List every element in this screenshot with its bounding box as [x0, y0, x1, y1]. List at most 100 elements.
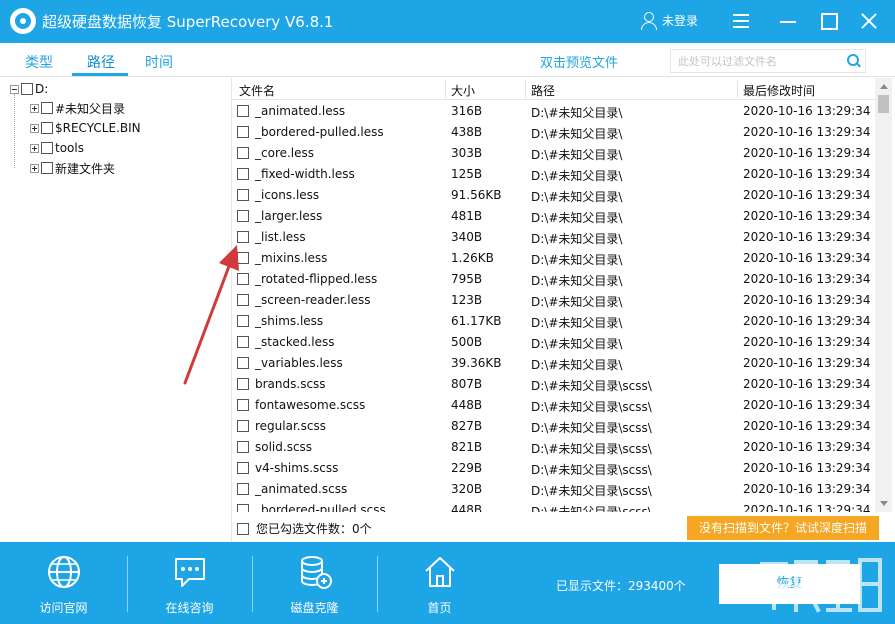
watermark-logo-icon: [760, 558, 882, 613]
tree-node-unknown-parent[interactable]: #未知父目录: [30, 99, 125, 117]
tree-checkbox[interactable]: [41, 162, 53, 174]
file-modified-cell: 2020-10-16 13:29:34: [743, 461, 871, 475]
close-button[interactable]: [856, 9, 882, 33]
row-checkbox[interactable]: [237, 126, 249, 138]
tree-checkbox[interactable]: [21, 83, 33, 95]
scroll-up-icon[interactable]: [875, 78, 892, 95]
tree-node-tools[interactable]: tools: [30, 139, 84, 157]
row-checkbox[interactable]: [237, 420, 249, 432]
deep-scan-button[interactable]: 没有扫描到文件？试试深度扫描: [687, 516, 879, 540]
column-header-path[interactable]: 路径: [531, 82, 555, 99]
expand-icon[interactable]: [30, 123, 39, 133]
tree-node-root[interactable]: D:: [10, 80, 48, 98]
row-checkbox[interactable]: [237, 105, 249, 117]
file-size-cell: 316B: [451, 104, 483, 118]
annotation-arrow-icon: [183, 245, 239, 385]
expand-icon[interactable]: [30, 143, 39, 153]
row-checkbox[interactable]: [237, 399, 249, 411]
nav-home[interactable]: 首页: [377, 542, 502, 624]
file-modified-cell: 2020-10-16 13:29:34: [743, 272, 871, 286]
file-modified-cell: 2020-10-16 13:29:34: [743, 251, 871, 265]
tree-checkbox[interactable]: [41, 142, 53, 154]
table-row[interactable]: v4-shims.scss 229B D:\#未知父目录\scss\ 2020-10-…: [232, 457, 875, 478]
table-row[interactable]: brands.scss 807B D:\#未知父目录\scss\ 2020-10-16…: [232, 373, 875, 394]
expand-icon[interactable]: [30, 163, 39, 173]
maximize-button[interactable]: [815, 9, 841, 33]
file-size-cell: 303B: [451, 146, 483, 160]
row-checkbox[interactable]: [237, 483, 249, 495]
file-name-cell: fontawesome.scss: [255, 398, 366, 412]
column-header-modified[interactable]: 最后修改时间: [743, 82, 815, 99]
tab-path[interactable]: 路径: [87, 52, 115, 72]
table-row[interactable]: _mixins.less 1.26KB D:\#未知父目录\ 2020-10-16 1…: [232, 247, 875, 268]
file-path-cell: D:\#未知父目录\scss\: [531, 505, 652, 512]
row-checkbox[interactable]: [237, 147, 249, 159]
file-name-cell: _fixed-width.less: [255, 167, 355, 181]
file-name-cell: regular.scss: [255, 419, 326, 433]
app-title: 超级硬盘数据恢复 SuperRecovery V6.8.1: [42, 13, 334, 31]
nav-online-consult[interactable]: 在线咨询: [127, 542, 252, 624]
row-checkbox[interactable]: [237, 441, 249, 453]
filter-box: [670, 49, 866, 73]
login-button[interactable]: 未登录: [640, 11, 698, 30]
tree-node-recycle-bin[interactable]: $RECYCLE.BIN: [30, 119, 141, 137]
table-row[interactable]: _animated.less 316B D:\#未知父目录\ 2020-10-16 1…: [232, 100, 875, 121]
file-name-cell: _larger.less: [255, 209, 323, 223]
table-row[interactable]: _icons.less 91.56KB D:\#未知父目录\ 2020-10-16 1…: [232, 184, 875, 205]
table-row[interactable]: _bordered-pulled.less 438B D:\#未知父目录\ 2020-…: [232, 121, 875, 142]
column-header-name[interactable]: 文件名: [239, 82, 275, 99]
row-checkbox[interactable]: [237, 231, 249, 243]
file-modified-cell: 2020-10-16 13:29:34: [743, 335, 871, 349]
table-row[interactable]: _list.less 340B D:\#未知父目录\ 2020-10-16 13:29…: [232, 226, 875, 247]
scroll-down-icon[interactable]: [875, 495, 892, 512]
collapse-icon[interactable]: [10, 84, 19, 94]
file-rows: _animated.less 316B D:\#未知父目录\ 2020-10-16 1…: [232, 100, 875, 512]
column-header-size[interactable]: 大小: [451, 82, 475, 99]
file-path-cell: D:\#未知父目录\scss\: [531, 463, 652, 477]
search-icon[interactable]: [847, 54, 861, 68]
select-all[interactable]: 您已勾选文件数：0个: [237, 520, 372, 537]
file-modified-cell: 2020-10-16 13:29:34: [743, 188, 871, 202]
file-path-cell: D:\#未知父目录\: [531, 337, 623, 351]
vertical-scrollbar[interactable]: [875, 78, 892, 512]
table-row[interactable]: _shims.less 61.17KB D:\#未知父目录\ 2020-10-16 1…: [232, 310, 875, 331]
table-row[interactable]: fontawesome.scss 448B D:\#未知父目录\scss\ 2020-…: [232, 394, 875, 415]
filter-input[interactable]: [671, 50, 831, 72]
table-row[interactable]: _larger.less 481B D:\#未知父目录\ 2020-10-16 13:…: [232, 205, 875, 226]
tree-node-label: 新建文件夹: [55, 161, 116, 176]
file-size-cell: 61.17KB: [451, 314, 502, 328]
file-name-cell: _core.less: [255, 146, 315, 160]
file-modified-cell: 2020-10-16 13:29:34: [743, 314, 871, 328]
scroll-thumb[interactable]: [878, 95, 889, 113]
select-all-checkbox[interactable]: [237, 522, 249, 535]
minimize-button[interactable]: [775, 9, 801, 33]
file-name-cell: v4-shims.scss: [255, 461, 339, 475]
table-row[interactable]: _fixed-width.less 125B D:\#未知父目录\ 2020-10-1…: [232, 163, 875, 184]
table-row[interactable]: _rotated-flipped.less 795B D:\#未知父目录\ 2020-…: [232, 268, 875, 289]
column-divider[interactable]: [445, 80, 446, 98]
menu-button[interactable]: [728, 9, 754, 33]
row-checkbox[interactable]: [237, 210, 249, 222]
row-checkbox[interactable]: [237, 189, 249, 201]
tree-checkbox[interactable]: [41, 102, 53, 114]
row-checkbox[interactable]: [237, 168, 249, 180]
table-row[interactable]: solid.scss 821B D:\#未知父目录\scss\ 2020-10-16 …: [232, 436, 875, 457]
column-divider[interactable]: [737, 80, 738, 98]
table-row[interactable]: _screen-reader.less 123B D:\#未知父目录\ 2020-10…: [232, 289, 875, 310]
tab-type[interactable]: 类型: [25, 52, 53, 72]
column-divider[interactable]: [525, 80, 526, 98]
table-row[interactable]: _animated.scss 320B D:\#未知父目录\scss\ 2020-10…: [232, 478, 875, 499]
row-checkbox[interactable]: [237, 504, 249, 512]
tab-time[interactable]: 时间: [145, 52, 173, 72]
nav-visit-website[interactable]: 访问官网: [1, 542, 126, 624]
row-checkbox[interactable]: [237, 462, 249, 474]
expand-icon[interactable]: [30, 103, 39, 113]
tree-node-new-folder[interactable]: 新建文件夹: [30, 159, 115, 177]
tree-checkbox[interactable]: [41, 122, 53, 134]
table-row[interactable]: _stacked.less 500B D:\#未知父目录\ 2020-10-16 13…: [232, 331, 875, 352]
table-row[interactable]: regular.scss 827B D:\#未知父目录\scss\ 2020-10-1…: [232, 415, 875, 436]
table-row[interactable]: _bordered-pulled.scss 448B D:\#未知父目录\scss\…: [232, 499, 875, 512]
table-row[interactable]: _core.less 303B D:\#未知父目录\ 2020-10-16 13:29…: [232, 142, 875, 163]
table-row[interactable]: _variables.less 39.36KB D:\#未知父目录\ 2020-10-…: [232, 352, 875, 373]
nav-disk-clone[interactable]: 磁盘克隆: [252, 542, 377, 624]
